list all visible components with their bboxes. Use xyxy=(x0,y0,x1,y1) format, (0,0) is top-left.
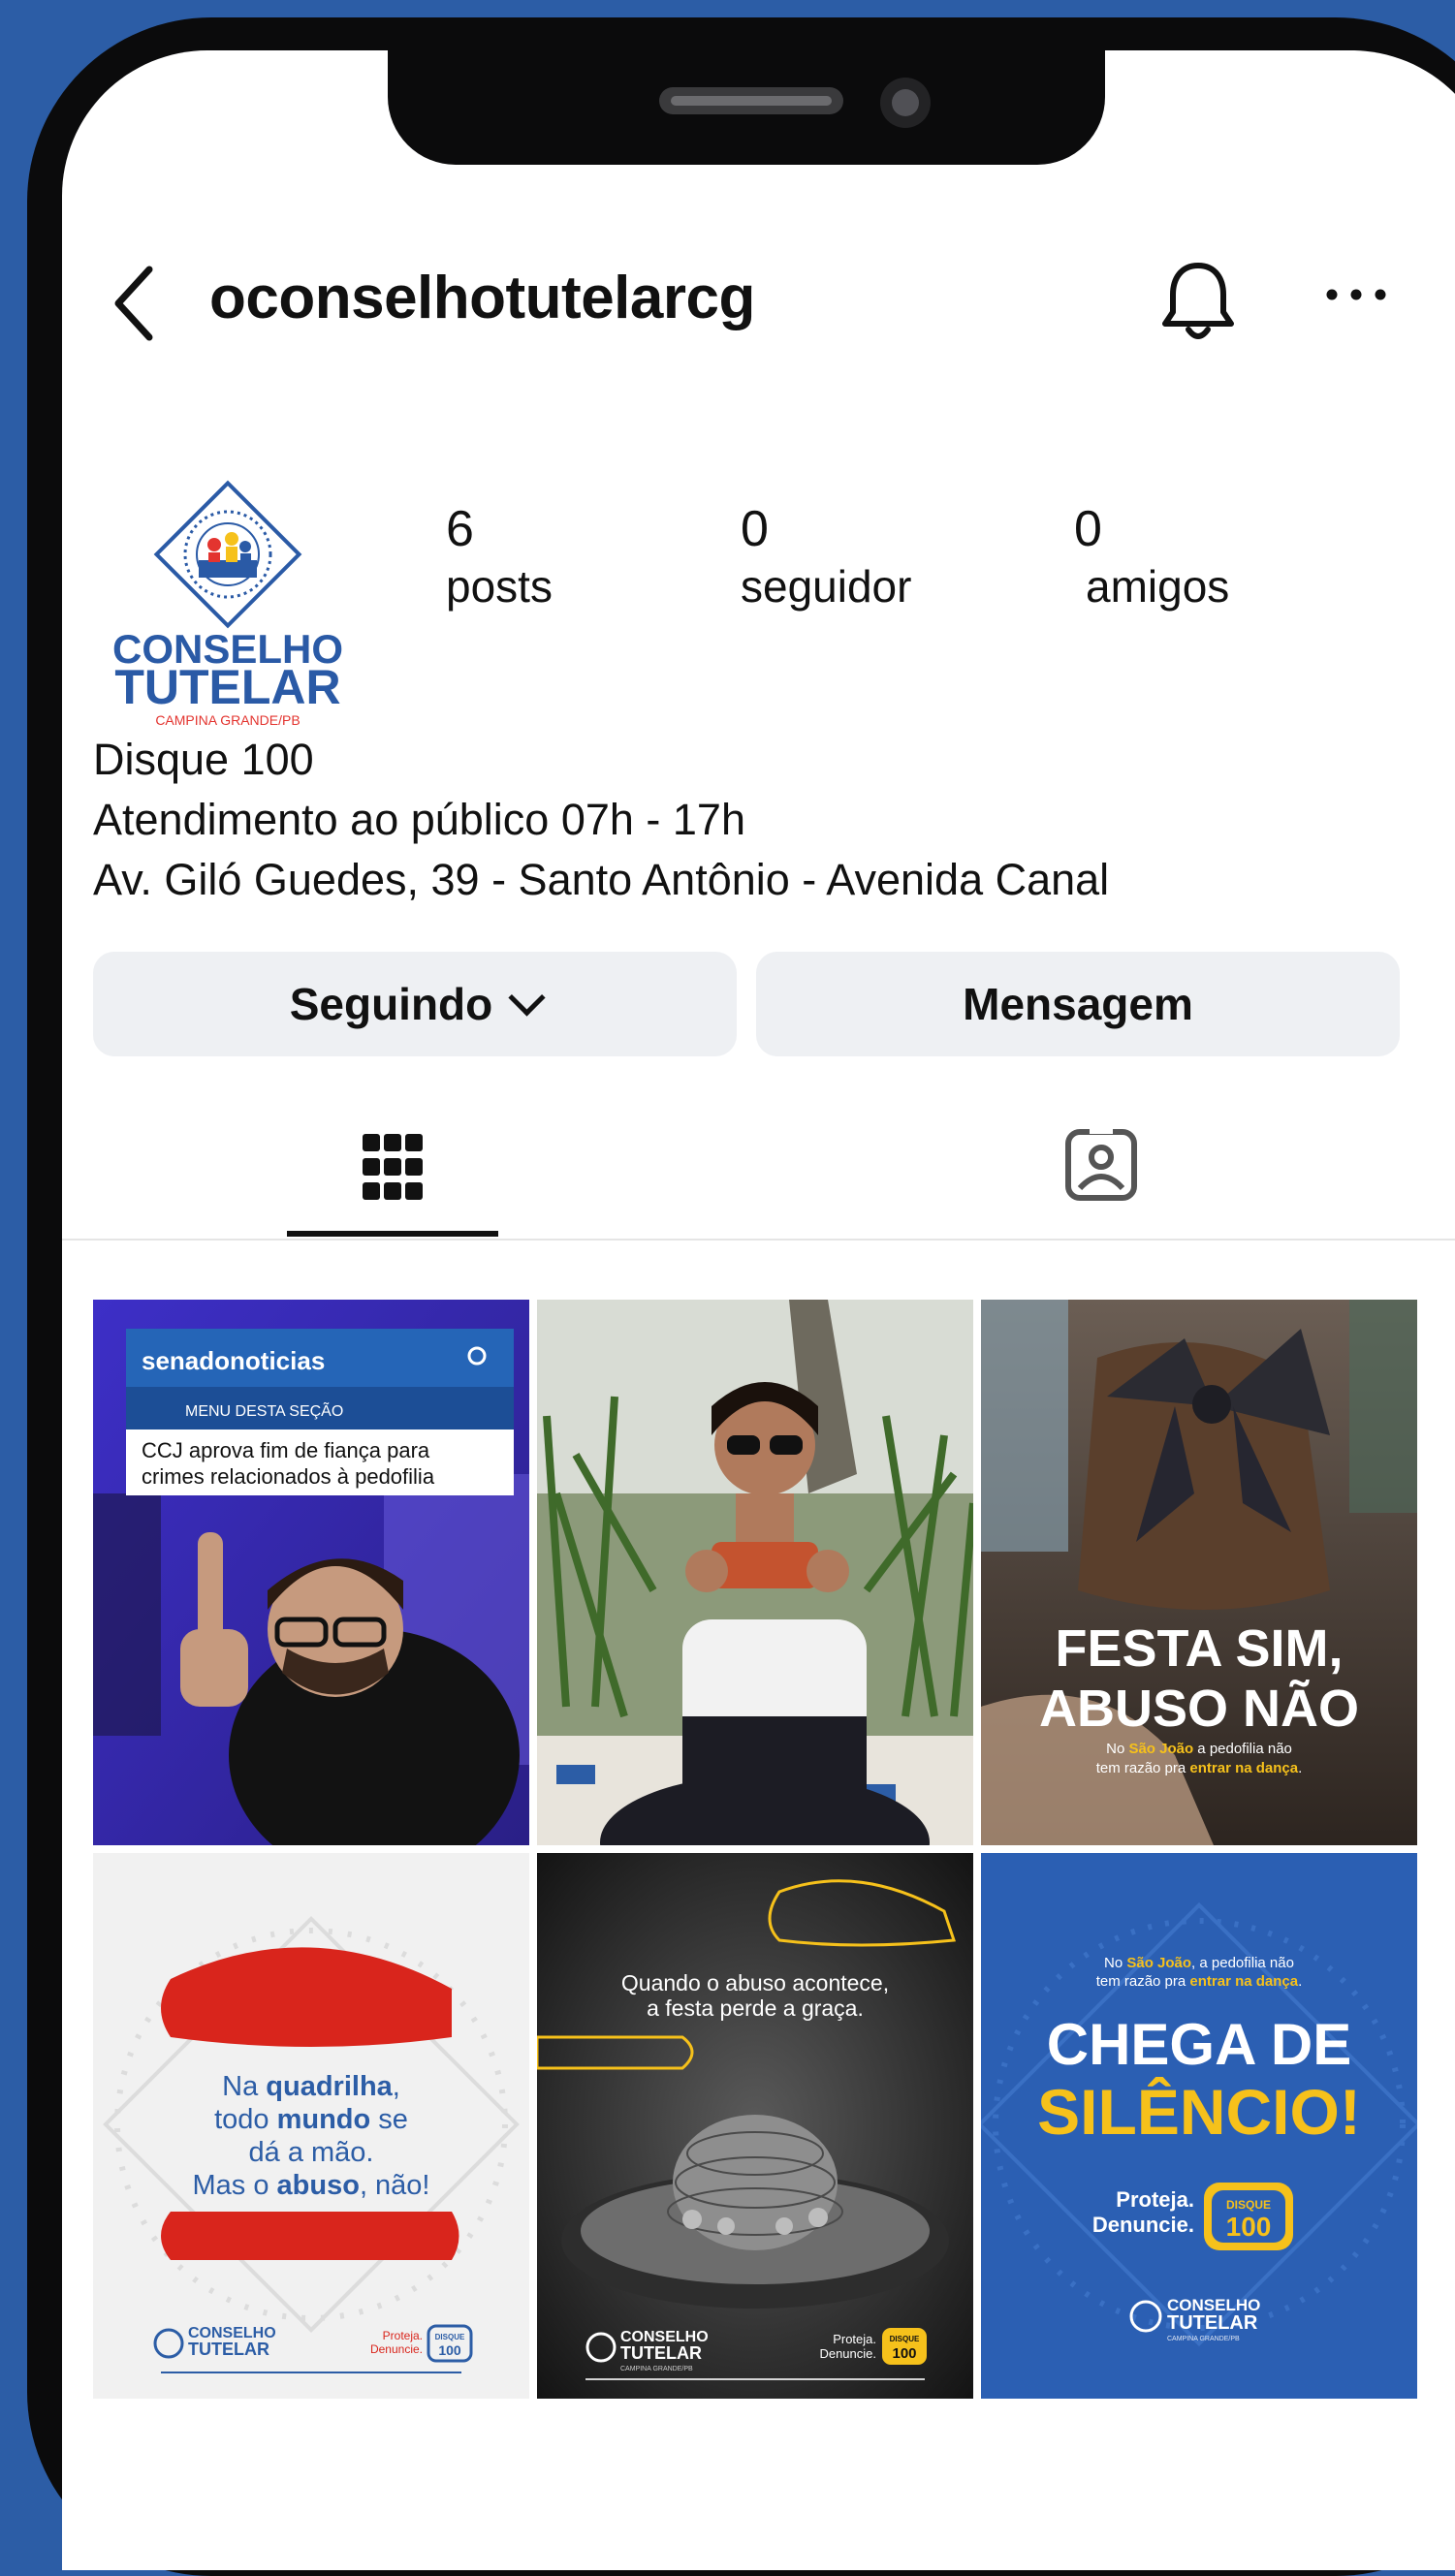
post-4-cta-1: Proteja. xyxy=(383,2329,423,2342)
post-3-title-2: ABUSO NÃO xyxy=(1039,1680,1359,1738)
bio-line-2: Atendimento ao público 07h - 17h xyxy=(93,795,745,844)
post-5-badge-1: DISQUE xyxy=(890,2335,920,2343)
avatar-logo-line3: CAMPINA GRANDE/PB xyxy=(155,712,300,728)
post-6-subtitle-1: No São João, a pedofilia não xyxy=(1104,1955,1294,1971)
more-options-icon[interactable] xyxy=(1322,275,1390,314)
post-6-badge-2: 100 xyxy=(1226,2212,1272,2242)
tagged-tab-icon[interactable] xyxy=(1062,1126,1140,1204)
posts-count-value: 6 xyxy=(446,501,474,557)
post-5-cta-2: Denuncie. xyxy=(819,2346,876,2361)
post-4-line-3: dá a mão. xyxy=(249,2137,374,2168)
following-button-label: Seguindo xyxy=(289,979,493,1029)
post-thumbnail-6[interactable]: No São João, a pedofilia não tem razão p… xyxy=(981,1853,1417,2399)
active-tab-indicator xyxy=(287,1231,498,1237)
post-4-image: Na quadrilha, todo mundo se dá a mão. Ma… xyxy=(93,1853,529,2399)
screen: oconselhotutelarcg CONSELHO TUTELAR CAMP… xyxy=(62,50,1455,2570)
post-6-image: No São João, a pedofilia não tem razão p… xyxy=(981,1853,1417,2399)
post-1-headline-1: CCJ aprova fim de fiança para xyxy=(142,1438,430,1462)
post-3-subtitle-2: tem razão pra entrar na dança. xyxy=(1096,1760,1303,1776)
post-1-menu-label: MENU DESTA SEÇÃO xyxy=(185,1400,343,1420)
post-5-image: Quando o abuso acontece, a festa perde a… xyxy=(537,1853,973,2399)
front-camera xyxy=(880,78,931,128)
profile-avatar[interactable]: CONSELHO TUTELAR CAMPINA GRANDE/PB xyxy=(97,448,359,738)
following-button[interactable]: Seguindo xyxy=(93,952,737,1056)
post-5-badge-2: 100 xyxy=(892,2345,916,2362)
message-button[interactable]: Mensagem xyxy=(756,952,1400,1056)
back-arrow-icon[interactable] xyxy=(107,260,165,347)
bio-line-3: Av. Giló Guedes, 39 - Santo Antônio - Av… xyxy=(93,855,1110,904)
friends-count[interactable]: 0 amigos xyxy=(1074,500,1229,613)
post-6-title-1: CHEGA DE xyxy=(1047,2012,1351,2077)
posts-count[interactable]: 6 posts xyxy=(446,500,553,613)
post-1-headline-2: crimes relacionados à pedofilia xyxy=(142,1464,435,1489)
post-2-image xyxy=(537,1300,973,1845)
followers-count-value: 0 xyxy=(741,501,769,557)
post-3-title-1: FESTA SIM, xyxy=(1056,1619,1344,1678)
post-thumbnail-4[interactable]: Na quadrilha, todo mundo se dá a mão. Ma… xyxy=(93,1853,529,2399)
post-thumbnail-5[interactable]: Quando o abuso acontece, a festa perde a… xyxy=(537,1853,973,2399)
post-4-line-4: Mas o abuso, não! xyxy=(193,2170,430,2201)
post-thumbnail-3[interactable]: FESTA SIM, ABUSO NÃO No São João a pedof… xyxy=(981,1300,1417,1845)
post-thumbnail-1[interactable]: senadonoticias MENU DESTA SEÇÃO CCJ apro… xyxy=(93,1300,529,1845)
followers-count[interactable]: 0 seguidor xyxy=(741,500,911,613)
notification-bell-icon[interactable] xyxy=(1157,254,1239,347)
post-6-logo-2: TUTELAR xyxy=(1167,2312,1258,2334)
post-5-logo-3: CAMPINA GRANDE/PB xyxy=(620,2366,693,2372)
post-4-line-2: todo mundo se xyxy=(214,2104,408,2135)
post-6-cta-1: Proteja. xyxy=(1116,2187,1194,2212)
grid-tab-icon[interactable] xyxy=(361,1130,425,1204)
post-4-line-1: Na quadrilha, xyxy=(222,2071,400,2102)
post-1-site-name: senadonoticias xyxy=(142,1346,325,1375)
post-thumbnail-2[interactable] xyxy=(537,1300,973,1845)
profile-username: oconselhotutelarcg xyxy=(209,265,755,331)
post-4-logo-2: TUTELAR xyxy=(188,2340,269,2359)
post-6-subtitle-2: tem razão pra entrar na dança. xyxy=(1096,1973,1303,1990)
posts-count-label: posts xyxy=(446,561,553,612)
bio-line-1: Disque 100 xyxy=(93,735,314,784)
avatar-logo-line2: TUTELAR xyxy=(114,660,340,714)
post-5-line-1: Quando o abuso acontece, xyxy=(621,1970,889,1995)
post-3-subtitle-1: No São João a pedofilia não xyxy=(1106,1741,1292,1757)
friends-count-label: amigos xyxy=(1086,561,1230,612)
phone-notch xyxy=(388,50,1105,165)
message-button-label: Mensagem xyxy=(963,979,1193,1029)
post-6-badge-1: DISQUE xyxy=(1226,2198,1271,2212)
post-4-badge-1: DISQUE xyxy=(435,2333,465,2341)
post-4-badge-2: 100 xyxy=(438,2342,461,2358)
speaker-grille xyxy=(659,87,843,114)
post-1-image: senadonoticias MENU DESTA SEÇÃO CCJ apro… xyxy=(93,1300,529,1845)
chevron-down-icon xyxy=(508,978,546,1017)
post-6-title-2: SILÊNCIO! xyxy=(1037,2076,1361,2148)
post-6-cta-2: Denuncie. xyxy=(1092,2213,1194,2237)
post-6-logo-3: CAMPINA GRANDE/PB xyxy=(1167,2336,1240,2342)
post-3-image: FESTA SIM, ABUSO NÃO No São João a pedof… xyxy=(981,1300,1417,1845)
friends-count-value: 0 xyxy=(1074,501,1102,557)
post-5-logo-2: TUTELAR xyxy=(620,2343,702,2363)
post-5-cta-1: Proteja. xyxy=(833,2332,876,2346)
post-5-line-2: a festa perde a graça. xyxy=(647,1995,864,2021)
post-4-cta-2: Denuncie. xyxy=(370,2342,423,2356)
tabs-divider xyxy=(62,1239,1455,1241)
followers-count-label: seguidor xyxy=(741,561,912,612)
